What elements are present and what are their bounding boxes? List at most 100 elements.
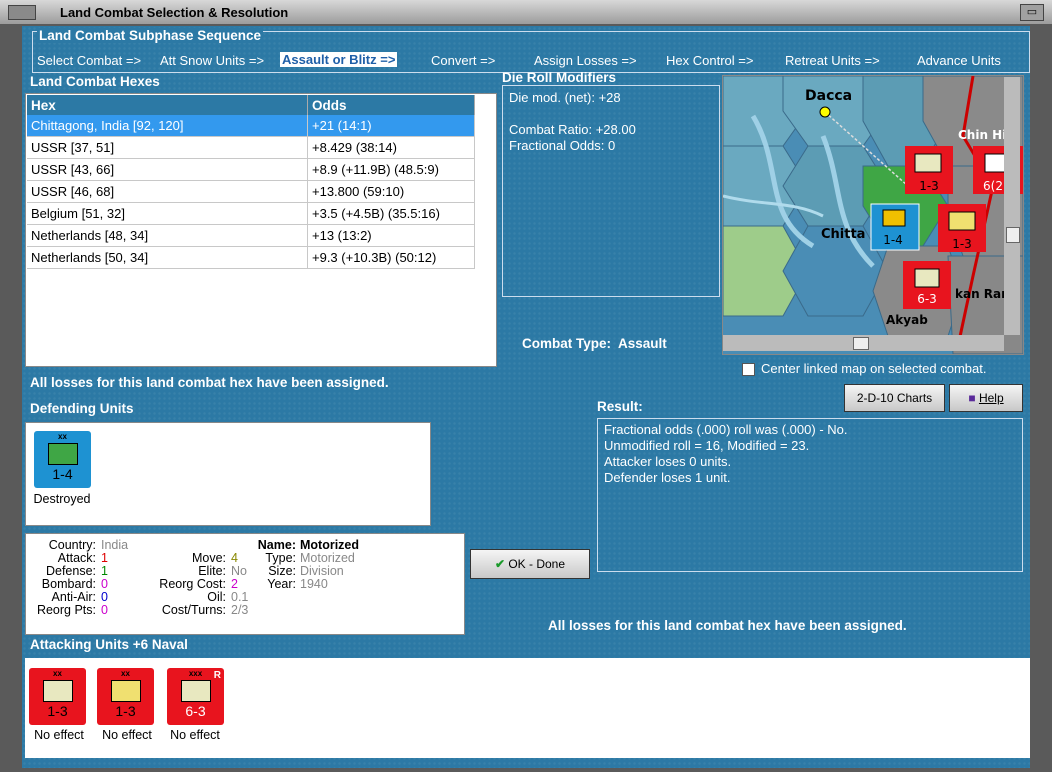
info-defense: 1 [101, 564, 108, 578]
info-name-label: Name: [257, 538, 296, 552]
center-map-checkbox[interactable] [742, 363, 755, 376]
combat-type: Combat Type: Assault [522, 336, 667, 351]
info-year-label: Year: [267, 577, 296, 591]
odds-cell: +13 (13:2) [307, 224, 475, 247]
combat-ratio: Combat Ratio: +28.00 [509, 122, 636, 137]
info-bombard: 0 [101, 577, 108, 591]
ok-done-button[interactable]: ✔ OK - Done [470, 549, 590, 579]
map-vertical-scrollbar[interactable] [1004, 77, 1020, 335]
unit-size: xx [58, 432, 67, 441]
hexes-title: Land Combat Hexes [30, 74, 160, 89]
attacking-unit-counter[interactable]: xxx R 6-3 [167, 668, 224, 725]
unit-strength: 1-3 [115, 703, 136, 719]
unit-size: xx [53, 669, 62, 678]
attacking-unit-counter[interactable]: xx 1-3 [29, 668, 86, 725]
table-row[interactable]: USSR [43, 66] +8.9 (+11.9B) (48.5:9) [27, 158, 475, 181]
map-graphic: Dacca Chin Hi Chitta Akyab kan Ran 1-3 6… [723, 76, 1023, 354]
info-type: Motorized [300, 551, 355, 565]
step-advance-units[interactable]: Advance Units [917, 53, 1001, 68]
help-button[interactable]: ■ Help [949, 384, 1023, 412]
step-retreat-units[interactable]: Retreat Units => [785, 53, 880, 68]
linked-map[interactable]: Dacca Chin Hi Chitta Akyab kan Ran 1-3 6… [722, 75, 1024, 355]
result-line: Unmodified roll = 16, Modified = 23. [604, 438, 810, 453]
info-move-label: Move: [191, 551, 226, 565]
info-name: Motorized [300, 538, 360, 552]
combat-type-label: Combat Type: [522, 336, 612, 351]
unit-strength: 1-3 [47, 703, 68, 719]
help-book-icon: ■ [968, 391, 976, 405]
info-size-label: Size: [268, 564, 296, 578]
map-label-akyab: Akyab [886, 313, 928, 327]
hexes-list: Hex Odds Chittagong, India [92, 120] +21 … [25, 93, 497, 367]
map-label-chin: Chin Hi [958, 128, 1006, 142]
col-hex[interactable]: Hex [27, 95, 308, 115]
hex-cell: Netherlands [48, 34] [27, 224, 308, 247]
attacking-units: xx 1-3 No effect xx 1-3 No effect xxx R … [25, 658, 1030, 758]
map-counter[interactable]: 1-3 [938, 204, 986, 252]
result-box: Fractional odds (.000) roll was (.000) -… [597, 418, 1023, 572]
hexes-table: Hex Odds Chittagong, India [92, 120] +21 … [27, 95, 475, 269]
hex-cell: USSR [46, 68] [27, 180, 308, 203]
info-country: India [101, 538, 129, 552]
checkmark-icon: ✔ [494, 557, 505, 571]
table-row[interactable]: USSR [37, 51] +8.429 (38:14) [27, 136, 475, 159]
help-button-label: Help [978, 391, 1004, 405]
window-menu-icon[interactable] [8, 5, 36, 20]
losses-message: All losses for this land combat hex have… [30, 375, 389, 390]
defending-unit-counter[interactable]: xx 1-4 [34, 431, 91, 488]
map-counter[interactable]: 6-3 [903, 261, 951, 309]
unit-size: xx [121, 669, 130, 678]
svg-text:6(2: 6(2 [983, 179, 1003, 193]
table-row[interactable]: Belgium [51, 32] +3.5 (+4.5B) (35.5:16) [27, 202, 475, 225]
close-icon[interactable]: ▭ [1020, 4, 1044, 21]
info-reorgcost-label: Reorg Cost: [159, 577, 226, 591]
info-size: Division [300, 564, 344, 578]
map-label-arakan: kan Ran [955, 287, 1010, 301]
svg-text:6-3: 6-3 [917, 292, 937, 306]
step-att-snow-units[interactable]: Att Snow Units => [160, 53, 264, 68]
attacking-title: Attacking Units +6 Naval [30, 637, 188, 652]
map-horizontal-scrollbar[interactable] [723, 335, 1004, 351]
die-mod-net: Die mod. (net): +28 [509, 90, 621, 105]
map-counter[interactable]: 1-3 [905, 146, 953, 194]
motorized-symbol-icon [48, 443, 78, 465]
table-row[interactable]: USSR [46, 68] +13.800 (59:10) [27, 180, 475, 203]
table-row[interactable]: Chittagong, India [92, 120] +21 (14:1) [27, 115, 475, 137]
center-map-label: Center linked map on selected combat. [761, 361, 987, 376]
step-hex-control[interactable]: Hex Control => [666, 53, 753, 68]
die-roll-title: Die Roll Modifiers [502, 70, 617, 85]
info-oil: 0.1 [231, 590, 249, 604]
unit-strength: 1-4 [52, 466, 73, 482]
hex-cell: USSR [37, 51] [27, 136, 308, 159]
defending-unit-status: Destroyed [33, 492, 91, 506]
odds-cell: +8.429 (38:14) [307, 136, 475, 159]
info-defense-label: Defense: [45, 564, 96, 578]
window-title: Land Combat Selection & Resolution [60, 5, 289, 20]
info-elite-label: Elite: [198, 564, 226, 578]
info-bombard-label: Bombard: [41, 577, 96, 591]
svg-text:1-3: 1-3 [952, 237, 972, 251]
table-row[interactable]: Netherlands [48, 34] +13 (13:2) [27, 224, 475, 247]
defending-units: xx 1-4 Destroyed [25, 422, 431, 526]
subphase-legend: Land Combat Subphase Sequence [37, 28, 264, 43]
attacking-unit-counter[interactable]: xx 1-3 [97, 668, 154, 725]
step-assault-or-blitz[interactable]: Assault or Blitz => [280, 52, 398, 67]
unit-strength: 6-3 [185, 703, 206, 719]
step-select-combat[interactable]: Select Combat => [37, 53, 141, 68]
charts-button[interactable]: 2-D-10 Charts [844, 384, 945, 412]
attacking-unit-status: No effect [170, 728, 220, 742]
combat-type-value: Assault [618, 336, 667, 351]
defending-title: Defending Units [30, 401, 134, 416]
losses-message-2: All losses for this land combat hex have… [548, 618, 907, 633]
odds-cell: +3.5 (+4.5B) (35.5:16) [307, 202, 475, 225]
engineer-symbol-icon [111, 680, 141, 702]
table-row[interactable]: Netherlands [50, 34] +9.3 (+10.3B) (50:12… [27, 246, 475, 269]
step-convert[interactable]: Convert => [431, 53, 495, 68]
step-assign-losses[interactable]: Assign Losses => [534, 53, 637, 68]
info-attack-label: Attack: [57, 551, 96, 565]
unit-info-panel: Country: India Attack: 1 Defense: 1 Bomb… [25, 533, 465, 635]
col-odds[interactable]: Odds [307, 95, 475, 115]
map-counter[interactable]: 1-4 [870, 203, 920, 251]
subphase-sequence: Land Combat Subphase Sequence Select Com… [32, 28, 1030, 73]
reserve-mark: R [213, 670, 221, 681]
